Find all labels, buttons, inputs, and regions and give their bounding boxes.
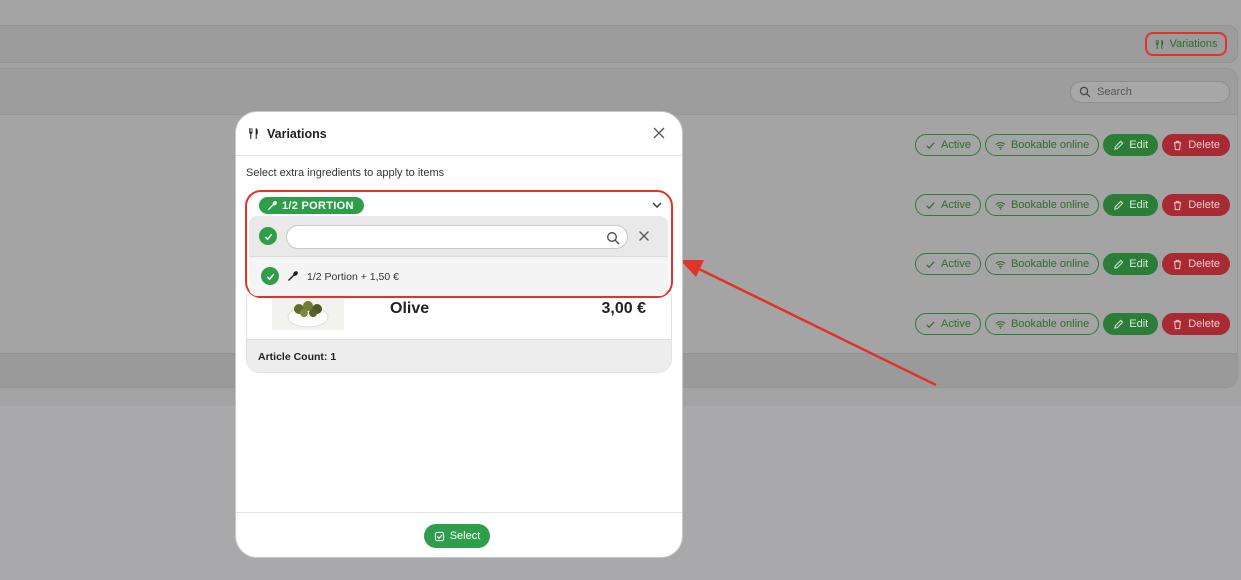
article-price: 3,00 € bbox=[601, 300, 646, 317]
bookable-online-button[interactable]: Bookable online bbox=[984, 253, 1100, 275]
close-icon[interactable] bbox=[652, 126, 666, 140]
dropdown-search-input[interactable] bbox=[286, 225, 628, 249]
edit-button[interactable]: Edit bbox=[1103, 194, 1159, 216]
variations-button[interactable]: Variations bbox=[1145, 32, 1227, 56]
modal-title: Variations bbox=[267, 126, 327, 141]
edit-label: Edit bbox=[1129, 318, 1149, 330]
modal-instruction: Select extra ingredients to apply to ite… bbox=[246, 167, 445, 179]
select-all-checkbox[interactable] bbox=[259, 227, 277, 245]
wifi-icon bbox=[995, 320, 1006, 329]
check-icon bbox=[266, 273, 274, 280]
selected-variation-tag[interactable]: 1/2 PORTION bbox=[259, 197, 364, 214]
edit-label: Edit bbox=[1129, 199, 1149, 211]
check-icon bbox=[264, 233, 272, 240]
bookable-online-button[interactable]: Bookable online bbox=[984, 134, 1100, 156]
selected-variation-label: 1/2 PORTION bbox=[282, 199, 354, 212]
chevron-down-icon[interactable] bbox=[651, 199, 663, 211]
pencil-icon bbox=[1114, 319, 1124, 329]
active-label: Active bbox=[941, 258, 971, 270]
row-actions: Active Bookable online Edit Delete bbox=[915, 194, 1231, 216]
row-actions: Active Bookable online Edit Delete bbox=[915, 134, 1231, 156]
active-label: Active bbox=[941, 318, 971, 330]
check-icon bbox=[926, 201, 935, 209]
trash-icon bbox=[1174, 319, 1182, 329]
checkbox-icon bbox=[434, 531, 444, 541]
pencil-icon bbox=[1114, 259, 1124, 269]
modal-header: Variations bbox=[236, 112, 682, 156]
option-checkbox[interactable] bbox=[261, 267, 279, 285]
check-icon bbox=[926, 320, 935, 328]
wifi-icon bbox=[995, 260, 1006, 269]
active-button[interactable]: Active bbox=[915, 313, 981, 335]
active-button[interactable]: Active bbox=[915, 194, 981, 216]
dropdown-search-row bbox=[249, 216, 668, 257]
variation-multiselect[interactable]: 1/2 PORTION 1/2 Portion + 1,50 € bbox=[245, 190, 673, 298]
olive-image bbox=[272, 295, 344, 330]
delete-label: Delete bbox=[1188, 139, 1221, 151]
edit-label: Edit bbox=[1129, 258, 1149, 270]
search-input[interactable]: Search bbox=[1070, 81, 1230, 103]
delete-label: Delete bbox=[1188, 318, 1221, 330]
option-label: 1/2 Portion + 1,50 € bbox=[307, 271, 399, 283]
check-icon bbox=[926, 141, 935, 149]
wifi-icon bbox=[995, 141, 1006, 150]
row-actions: Active Bookable online Edit Delete bbox=[915, 313, 1231, 335]
search-icon bbox=[1079, 86, 1091, 98]
clear-icon[interactable] bbox=[638, 230, 650, 242]
bookable-label: Bookable online bbox=[1010, 318, 1090, 330]
active-button[interactable]: Active bbox=[915, 134, 981, 156]
active-label: Active bbox=[941, 199, 971, 211]
delete-button[interactable]: Delete bbox=[1162, 194, 1231, 216]
top-toolbar bbox=[0, 25, 1238, 63]
search-placeholder: Search bbox=[1097, 86, 1132, 98]
modal-footer: Select bbox=[236, 512, 682, 557]
select-button-label: Select bbox=[449, 530, 481, 542]
variations-modal: Variations Select extra ingredients to a… bbox=[235, 111, 683, 558]
pencil-icon bbox=[1114, 140, 1124, 150]
trash-icon bbox=[1174, 140, 1182, 150]
spoon-icon bbox=[288, 271, 298, 281]
edit-button[interactable]: Edit bbox=[1103, 134, 1159, 156]
check-icon bbox=[926, 260, 935, 268]
edit-button[interactable]: Edit bbox=[1103, 313, 1159, 335]
bookable-online-button[interactable]: Bookable online bbox=[984, 313, 1100, 335]
dropdown-option[interactable]: 1/2 Portion + 1,50 € bbox=[249, 258, 668, 294]
spoon-icon bbox=[267, 201, 277, 211]
bookable-label: Bookable online bbox=[1010, 199, 1090, 211]
delete-button[interactable]: Delete bbox=[1162, 313, 1231, 335]
edit-button[interactable]: Edit bbox=[1103, 253, 1159, 275]
list-header: Search bbox=[0, 69, 1237, 115]
fork-knife-icon bbox=[1156, 39, 1164, 49]
bookable-online-button[interactable]: Bookable online bbox=[984, 194, 1100, 216]
delete-label: Delete bbox=[1188, 258, 1221, 270]
pencil-icon bbox=[1114, 200, 1124, 210]
variations-button-label: Variations bbox=[1169, 38, 1218, 50]
delete-button[interactable]: Delete bbox=[1162, 134, 1231, 156]
wifi-icon bbox=[995, 201, 1006, 210]
article-card: Olive 3,00 € Article Count: 1 bbox=[246, 294, 672, 373]
row-actions: Active Bookable online Edit Delete bbox=[915, 253, 1231, 275]
delete-button[interactable]: Delete bbox=[1162, 253, 1231, 275]
article-count: Article Count: 1 bbox=[247, 339, 671, 372]
fork-knife-icon bbox=[249, 128, 258, 139]
trash-icon bbox=[1174, 200, 1182, 210]
bookable-label: Bookable online bbox=[1010, 258, 1090, 270]
trash-icon bbox=[1174, 259, 1182, 269]
article-name: Olive bbox=[390, 300, 430, 317]
delete-label: Delete bbox=[1188, 199, 1221, 211]
variation-dropdown: 1/2 Portion + 1,50 € bbox=[249, 216, 668, 296]
search-icon bbox=[607, 232, 620, 245]
active-button[interactable]: Active bbox=[915, 253, 981, 275]
select-button[interactable]: Select bbox=[424, 524, 490, 548]
active-label: Active bbox=[941, 139, 971, 151]
edit-label: Edit bbox=[1129, 139, 1149, 151]
bookable-label: Bookable online bbox=[1010, 139, 1090, 151]
